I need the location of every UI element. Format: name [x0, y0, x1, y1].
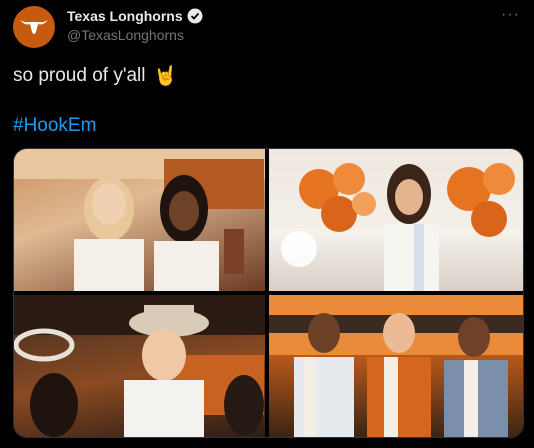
photo-2-illustration	[281, 163, 515, 291]
photo-1-illustration	[14, 149, 265, 291]
media-grid	[13, 148, 524, 438]
photo-1[interactable]	[14, 149, 265, 291]
more-options-icon[interactable]: ···	[501, 7, 520, 23]
longhorn-logo-icon	[20, 20, 48, 34]
author-name[interactable]: Texas Longhorns	[67, 8, 203, 24]
verified-badge-icon	[187, 8, 203, 24]
rock-on-emoji: 🤘	[153, 66, 178, 87]
author-name-text: Texas Longhorns	[67, 8, 183, 24]
photo-3-illustration	[14, 295, 265, 437]
author-handle[interactable]: @TexasLonghorns	[67, 27, 184, 43]
tweet-body: so proud of y'all	[13, 65, 146, 86]
photo-2[interactable]	[269, 149, 523, 291]
tweet-text: so proud of y'all 🤘	[13, 64, 177, 88]
photo-3[interactable]	[14, 295, 265, 437]
photo-4[interactable]	[269, 295, 523, 437]
photo-4-illustration	[269, 295, 523, 437]
hashtag-link[interactable]: #HookEm	[13, 115, 96, 137]
avatar[interactable]	[13, 6, 55, 48]
